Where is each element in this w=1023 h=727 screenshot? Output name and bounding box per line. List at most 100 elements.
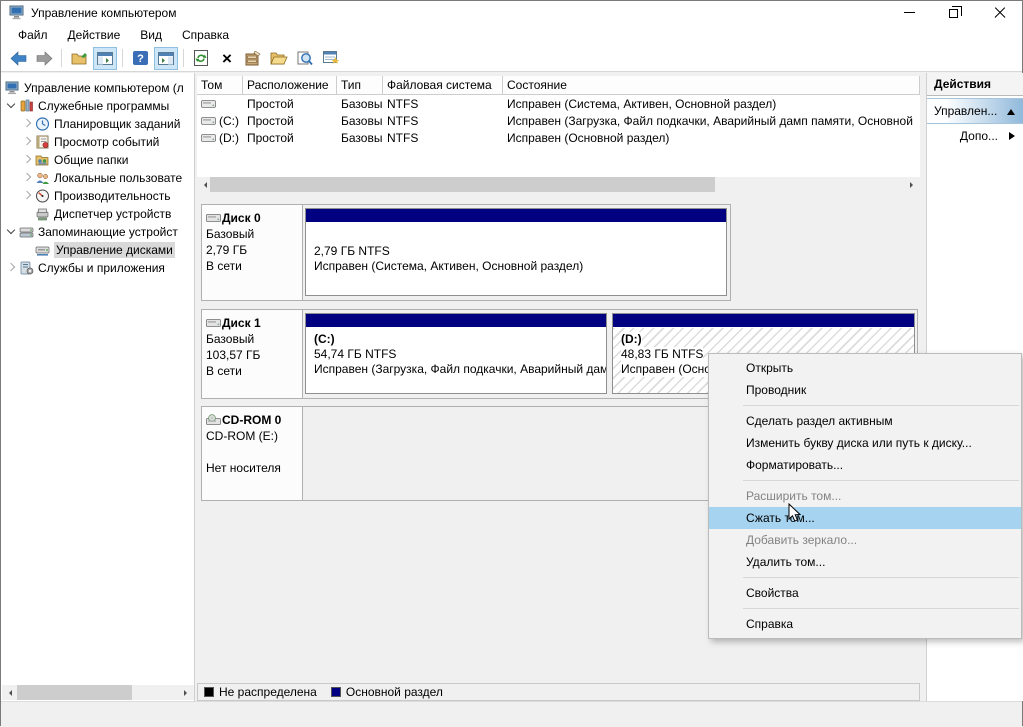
- chevron-right-icon[interactable]: [5, 262, 17, 274]
- tree-item-device-manager[interactable]: Диспетчер устройств: [1, 205, 194, 223]
- tree-item-performance[interactable]: Производительность: [1, 187, 194, 205]
- tree-item-system-tools[interactable]: Служебные программы: [1, 97, 194, 115]
- actions-section-disk-management[interactable]: Управлен...: [927, 98, 1023, 124]
- chevron-right-icon[interactable]: [21, 190, 33, 202]
- tree-item-label: Управление дисками: [54, 242, 175, 258]
- menu-item-explorer[interactable]: Проводник: [709, 379, 1021, 401]
- action-pane-toggle-button[interactable]: [154, 47, 178, 70]
- minimize-button[interactable]: [887, 1, 932, 24]
- tree-item-event-viewer[interactable]: Просмотр событий: [1, 133, 194, 151]
- export-list-icon: [323, 51, 340, 65]
- chevron-right-icon[interactable]: [21, 118, 33, 130]
- disk1-partition-c[interactable]: (C:) 54,74 ГБ NTFS Исправен (Загрузка, Ф…: [305, 313, 607, 394]
- menu-item-change-drive-letter[interactable]: Изменить букву диска или путь к диску...: [709, 432, 1021, 454]
- shared-folders-icon: [35, 153, 50, 167]
- column-header-type[interactable]: Тип: [337, 76, 383, 95]
- chevron-right-icon[interactable]: [21, 136, 33, 148]
- cdrom-label[interactable]: CD-ROM 0 CD-ROM (E:) Нет носителя: [202, 407, 303, 500]
- volume-type: Базовый: [337, 131, 383, 145]
- menu-action[interactable]: Действие: [59, 26, 130, 44]
- partition-letter: (C:): [314, 332, 335, 347]
- partition-color-bar: [306, 314, 606, 328]
- tree-item-label: Запоминающие устройст: [38, 225, 178, 239]
- menu-view[interactable]: Вид: [131, 26, 171, 44]
- status-bar: [1, 701, 1022, 727]
- column-header-volume[interactable]: Том: [197, 76, 243, 95]
- chevron-right-icon[interactable]: [21, 154, 33, 166]
- tree-item-shared-folders[interactable]: Общие папки: [1, 151, 194, 169]
- column-header-status[interactable]: Состояние: [503, 76, 920, 95]
- column-header-filesystem[interactable]: Файловая система: [383, 76, 503, 95]
- help-button[interactable]: ?: [128, 47, 152, 70]
- chevron-down-icon[interactable]: [5, 100, 17, 112]
- menu-help[interactable]: Справка: [173, 26, 238, 44]
- refresh-button[interactable]: [189, 47, 213, 70]
- scrollbar-thumb[interactable]: [210, 177, 715, 192]
- tree-item-computer-management[interactable]: Управление компьютером (л: [1, 79, 194, 97]
- scroll-right-icon[interactable]: [905, 177, 920, 192]
- menu-item-properties[interactable]: Свойства: [709, 582, 1021, 604]
- volume-filesystem: NTFS: [383, 114, 503, 128]
- legend-item-unallocated: Не распределена: [204, 685, 317, 699]
- close-button[interactable]: [977, 1, 1022, 24]
- disk0-partition-system[interactable]: 2,79 ГБ NTFS Исправен (Система, Активен,…: [305, 208, 727, 296]
- volume-status: Исправен (Загрузка, Файл подкачки, Авари…: [503, 114, 920, 128]
- delete-icon: ×: [222, 50, 232, 67]
- volume-row-system[interactable]: Простой Базовый NTFS Исправен (Система, …: [197, 95, 920, 112]
- chevron-down-icon[interactable]: [5, 226, 17, 238]
- tree-item-local-users-groups[interactable]: Локальные пользовате: [1, 169, 194, 187]
- menu-item-mark-partition-active[interactable]: Сделать раздел активным: [709, 410, 1021, 432]
- menu-item-help[interactable]: Справка: [709, 613, 1021, 635]
- disk1-label[interactable]: Диск 1 Базовый 103,57 ГБ В сети: [202, 310, 303, 398]
- utilities-icon: [19, 99, 34, 113]
- tree-horizontal-scrollbar[interactable]: [2, 685, 194, 700]
- find-button[interactable]: [293, 47, 317, 70]
- scroll-left-icon[interactable]: [2, 685, 17, 700]
- forward-button[interactable]: [32, 47, 56, 70]
- device-manager-icon: [35, 207, 50, 221]
- delete-button[interactable]: ×: [215, 47, 239, 70]
- column-header-location[interactable]: Расположение: [243, 76, 337, 95]
- mouse-cursor: [788, 503, 801, 523]
- up-level-button[interactable]: [67, 47, 91, 70]
- back-button[interactable]: [6, 47, 30, 70]
- toolbar-separator: [61, 49, 62, 67]
- volume-list-horizontal-scrollbar[interactable]: [197, 177, 920, 192]
- restore-icon: [949, 9, 958, 18]
- tree-item-label: Общие папки: [54, 153, 128, 167]
- disk-name: CD-ROM 0: [222, 412, 281, 428]
- properties-button[interactable]: [241, 47, 265, 70]
- tree-item-storage[interactable]: Запоминающие устройст: [1, 223, 194, 241]
- chevron-right-icon[interactable]: [21, 172, 33, 184]
- disk0-label[interactable]: Диск 0 Базовый 2,79 ГБ В сети: [202, 205, 303, 300]
- disk-management-icon: [35, 243, 50, 257]
- menu-item-open[interactable]: Открыть: [709, 357, 1021, 379]
- action-pane-toggle-icon: [158, 52, 174, 65]
- volume-row-c[interactable]: (C:) Простой Базовый NTFS Исправен (Загр…: [197, 112, 920, 129]
- partition-size-fs: 2,79 ГБ NTFS: [314, 244, 390, 259]
- restore-button[interactable]: [932, 1, 977, 24]
- open-folder-button[interactable]: [267, 47, 291, 70]
- console-tree-toggle-button[interactable]: [93, 47, 117, 70]
- toolbar: ? ×: [1, 45, 1022, 72]
- volume-location: Простой: [243, 97, 337, 111]
- menu-item-delete-volume[interactable]: Удалить том...: [709, 551, 1021, 573]
- menu-file[interactable]: Файл: [9, 26, 57, 44]
- menu-item-shrink-volume[interactable]: Сжать том...: [709, 507, 1021, 529]
- menu-separator: [743, 480, 1019, 481]
- tree-item-task-scheduler[interactable]: Планировщик заданий: [1, 115, 194, 133]
- menu-item-format[interactable]: Форматировать...: [709, 454, 1021, 476]
- scroll-right-icon[interactable]: [179, 685, 194, 700]
- volume-row-d[interactable]: (D:) Простой Базовый NTFS Исправен (Осно…: [197, 129, 920, 146]
- tree-item-label: Локальные пользовате: [54, 171, 182, 185]
- storage-devices-icon: [19, 225, 34, 239]
- collapse-icon[interactable]: [1007, 109, 1015, 115]
- tree-item-disk-management[interactable]: Управление дисками: [1, 241, 194, 259]
- tree-item-label: Диспетчер устройств: [54, 207, 171, 221]
- scrollbar-thumb[interactable]: [17, 685, 132, 700]
- toolbar-separator: [183, 49, 184, 67]
- export-list-button[interactable]: [319, 47, 343, 70]
- partition-status: Исправен (Система, Активен, Основной раз…: [314, 259, 583, 274]
- tree-item-services-applications[interactable]: Службы и приложения: [1, 259, 194, 277]
- actions-more-item[interactable]: Допо...: [927, 124, 1023, 148]
